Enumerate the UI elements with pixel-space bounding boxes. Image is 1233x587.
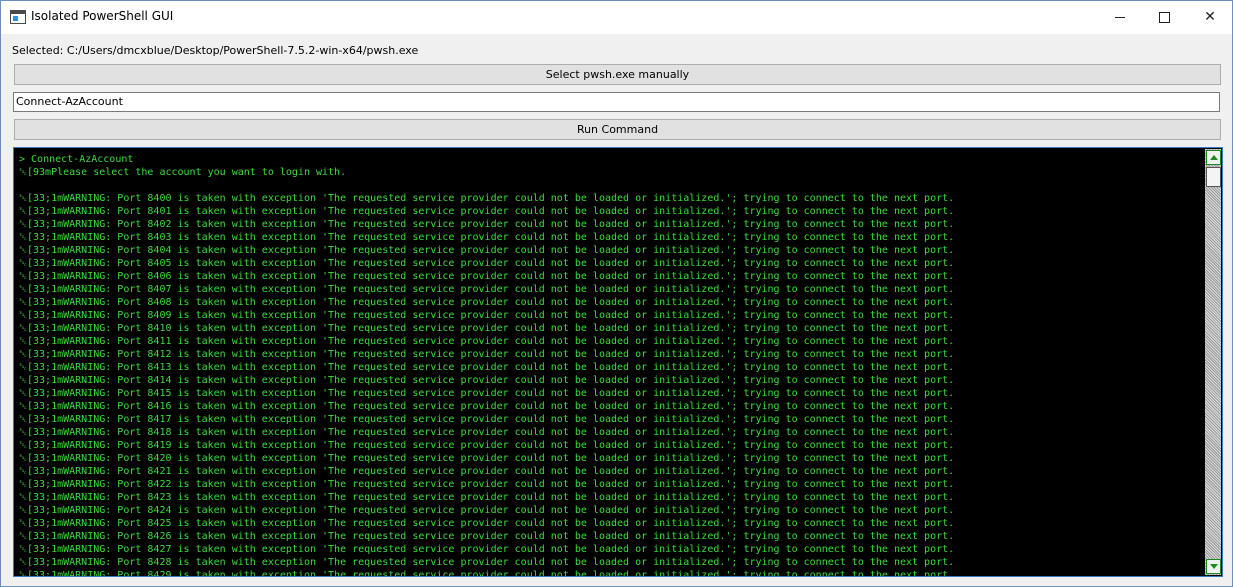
console-line: ␛[33;1mWARNING: Port 8403 is taken with … xyxy=(19,232,955,243)
console-line: ␛[33;1mWARNING: Port 8410 is taken with … xyxy=(19,323,955,334)
console-line: ␛[33;1mWARNING: Port 8418 is taken with … xyxy=(19,427,955,438)
console-output[interactable]: > Connect-AzAccount ␛[93mPlease select th… xyxy=(13,147,1223,577)
close-button[interactable]: ✕ xyxy=(1187,1,1232,33)
console-line: ␛[33;1mWARNING: Port 8405 is taken with … xyxy=(19,258,955,269)
console-line: ␛[33;1mWARNING: Port 8428 is taken with … xyxy=(19,557,955,568)
console-line: ␛[33;1mWARNING: Port 8411 is taken with … xyxy=(19,336,955,347)
console-line: ␛[33;1mWARNING: Port 8426 is taken with … xyxy=(19,531,955,542)
console-line: ␛[33;1mWARNING: Port 8425 is taken with … xyxy=(19,518,955,529)
app-window: Isolated PowerShell GUI ✕ Selected: C:/U… xyxy=(0,0,1233,587)
console-line: ␛[33;1mWARNING: Port 8402 is taken with … xyxy=(19,219,955,230)
console-line: ␛[33;1mWARNING: Port 8416 is taken with … xyxy=(19,401,955,412)
scroll-down-arrow-icon[interactable] xyxy=(1206,559,1221,574)
title-bar[interactable]: Isolated PowerShell GUI ✕ xyxy=(1,1,1232,34)
console-line: ␛[33;1mWARNING: Port 8413 is taken with … xyxy=(19,362,955,373)
console-line: ␛[33;1mWARNING: Port 8429 is taken with … xyxy=(19,570,955,576)
close-icon: ✕ xyxy=(1204,9,1216,25)
console-line: ␛[33;1mWARNING: Port 8407 is taken with … xyxy=(19,284,955,295)
minimize-icon xyxy=(1115,16,1125,18)
console-line: ␛[33;1mWARNING: Port 8404 is taken with … xyxy=(19,245,955,256)
console-line: ␛[33;1mWARNING: Port 8401 is taken with … xyxy=(19,206,955,217)
maximize-button[interactable] xyxy=(1141,1,1187,33)
console-line: > Connect-AzAccount xyxy=(19,154,134,165)
console-line: ␛[33;1mWARNING: Port 8415 is taken with … xyxy=(19,388,955,399)
console-line: ␛[33;1mWARNING: Port 8408 is taken with … xyxy=(19,297,955,308)
scroll-up-arrow-icon[interactable] xyxy=(1206,150,1221,165)
command-input[interactable]: Connect-AzAccount xyxy=(13,92,1220,112)
app-window-icon xyxy=(10,10,26,24)
maximize-icon xyxy=(1158,11,1170,23)
console-line: ␛[33;1mWARNING: Port 8427 is taken with … xyxy=(19,544,955,555)
console-line: ␛[93mPlease select the account you want … xyxy=(19,167,347,178)
selected-path-label: Selected: C:/Users/dmcxblue/Desktop/Powe… xyxy=(12,44,419,57)
console-line: ␛[33;1mWARNING: Port 8421 is taken with … xyxy=(19,466,955,477)
console-line: ␛[33;1mWARNING: Port 8412 is taken with … xyxy=(19,349,955,360)
console-line: ␛[33;1mWARNING: Port 8422 is taken with … xyxy=(19,479,955,490)
window-title: Isolated PowerShell GUI xyxy=(31,9,174,23)
console-line: ␛[33;1mWARNING: Port 8409 is taken with … xyxy=(19,310,955,321)
scroll-thumb[interactable] xyxy=(1206,167,1221,187)
console-line: ␛[33;1mWARNING: Port 8420 is taken with … xyxy=(19,453,955,464)
console-line: ␛[33;1mWARNING: Port 8417 is taken with … xyxy=(19,414,955,425)
console-line: ␛[33;1mWARNING: Port 8414 is taken with … xyxy=(19,375,955,386)
console-line: ␛[33;1mWARNING: Port 8423 is taken with … xyxy=(19,492,955,503)
select-pwsh-button[interactable]: Select pwsh.exe manually xyxy=(14,64,1221,85)
console-line: ␛[33;1mWARNING: Port 8419 is taken with … xyxy=(19,440,955,451)
run-command-button[interactable]: Run Command xyxy=(14,119,1221,140)
console-text: > Connect-AzAccount ␛[93mPlease select th… xyxy=(19,153,1199,576)
console-line: ␛[33;1mWARNING: Port 8424 is taken with … xyxy=(19,505,955,516)
console-scrollbar[interactable] xyxy=(1205,149,1221,575)
minimize-button[interactable] xyxy=(1097,1,1143,33)
console-line: ␛[33;1mWARNING: Port 8406 is taken with … xyxy=(19,271,955,282)
console-line: ␛[33;1mWARNING: Port 8400 is taken with … xyxy=(19,193,955,204)
